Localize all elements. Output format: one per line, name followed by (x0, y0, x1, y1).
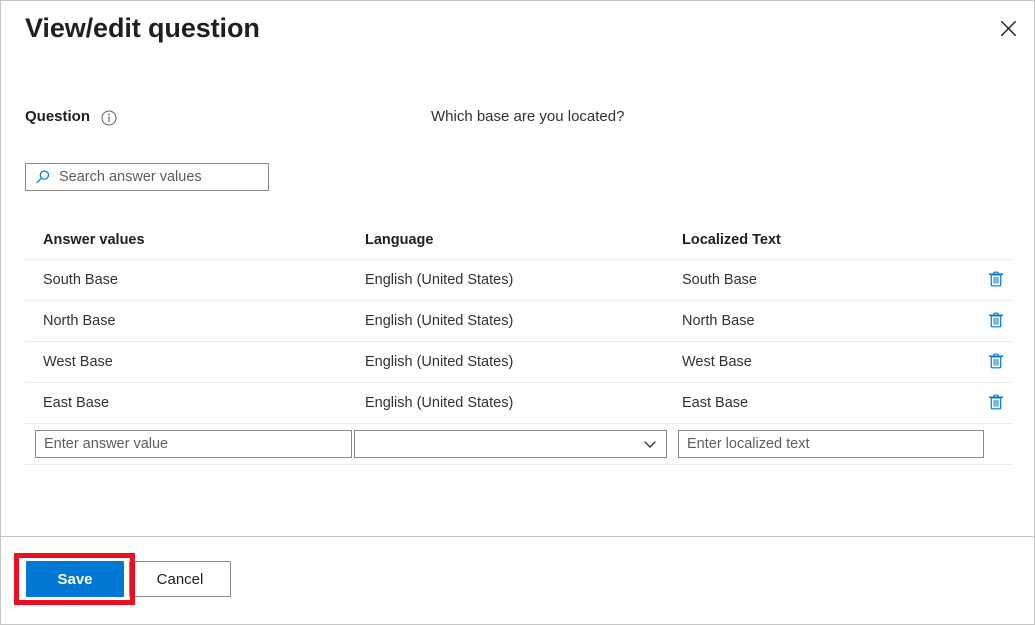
delete-icon (987, 270, 1005, 291)
save-button[interactable]: Save (26, 561, 124, 597)
column-header-answer-values: Answer values (43, 221, 363, 259)
cell-answer-value: East Base (43, 383, 363, 423)
cell-answer-value: South Base (43, 260, 363, 300)
dialog-content: Question Which base are you located? (1, 73, 1034, 536)
column-header-actions (980, 221, 1012, 259)
cell-answer-value: West Base (43, 342, 363, 382)
column-header-localized-text: Localized Text (682, 221, 962, 259)
view-edit-question-dialog: View/edit question Question Which base a… (0, 0, 1035, 625)
cell-actions (980, 301, 1012, 341)
question-text: Which base are you located? (431, 108, 624, 125)
new-language-dropdown[interactable] (354, 430, 667, 458)
question-row: Question Which base are you located? (1, 105, 1034, 133)
delete-icon (987, 393, 1005, 414)
answer-values-table: Answer values Language Localized Text So… (25, 221, 1012, 465)
dialog-header: View/edit question (1, 1, 1034, 73)
cell-answer-value: North Base (43, 301, 363, 341)
cell-language: English (United States) (365, 383, 665, 423)
delete-icon (987, 352, 1005, 373)
delete-row-button[interactable] (983, 308, 1009, 334)
table-row: North Base English (United States) North… (25, 301, 1012, 342)
chevron-down-icon (643, 437, 657, 451)
new-answer-row (25, 424, 1012, 465)
cell-actions (980, 260, 1012, 300)
question-label: Question (25, 108, 90, 125)
cell-localized-text: North Base (682, 301, 962, 341)
search-input[interactable] (59, 166, 268, 188)
delete-icon (987, 311, 1005, 332)
dialog-footer: Save Cancel (1, 536, 1034, 624)
cell-language: English (United States) (365, 301, 665, 341)
page-title: View/edit question (25, 13, 260, 44)
cell-localized-text: South Base (682, 260, 962, 300)
new-localized-text-input[interactable] (678, 430, 984, 458)
cell-language: English (United States) (365, 260, 665, 300)
delete-row-button[interactable] (983, 267, 1009, 293)
new-answer-value-input[interactable] (35, 430, 352, 458)
table-header-row: Answer values Language Localized Text (25, 221, 1012, 260)
close-button[interactable] (988, 8, 1028, 48)
delete-row-button[interactable] (983, 390, 1009, 416)
search-box[interactable] (25, 163, 269, 191)
cell-localized-text: East Base (682, 383, 962, 423)
cancel-button[interactable]: Cancel (129, 561, 231, 597)
info-icon[interactable] (101, 110, 117, 126)
cell-localized-text: West Base (682, 342, 962, 382)
table-row: South Base English (United States) South… (25, 260, 1012, 301)
search-icon (35, 169, 51, 185)
close-icon (1000, 20, 1017, 37)
cell-language: English (United States) (365, 342, 665, 382)
column-header-language: Language (365, 221, 665, 259)
table-row: East Base English (United States) East B… (25, 383, 1012, 424)
table-row: West Base English (United States) West B… (25, 342, 1012, 383)
cell-actions (980, 342, 1012, 382)
cell-actions (980, 383, 1012, 423)
delete-row-button[interactable] (983, 349, 1009, 375)
